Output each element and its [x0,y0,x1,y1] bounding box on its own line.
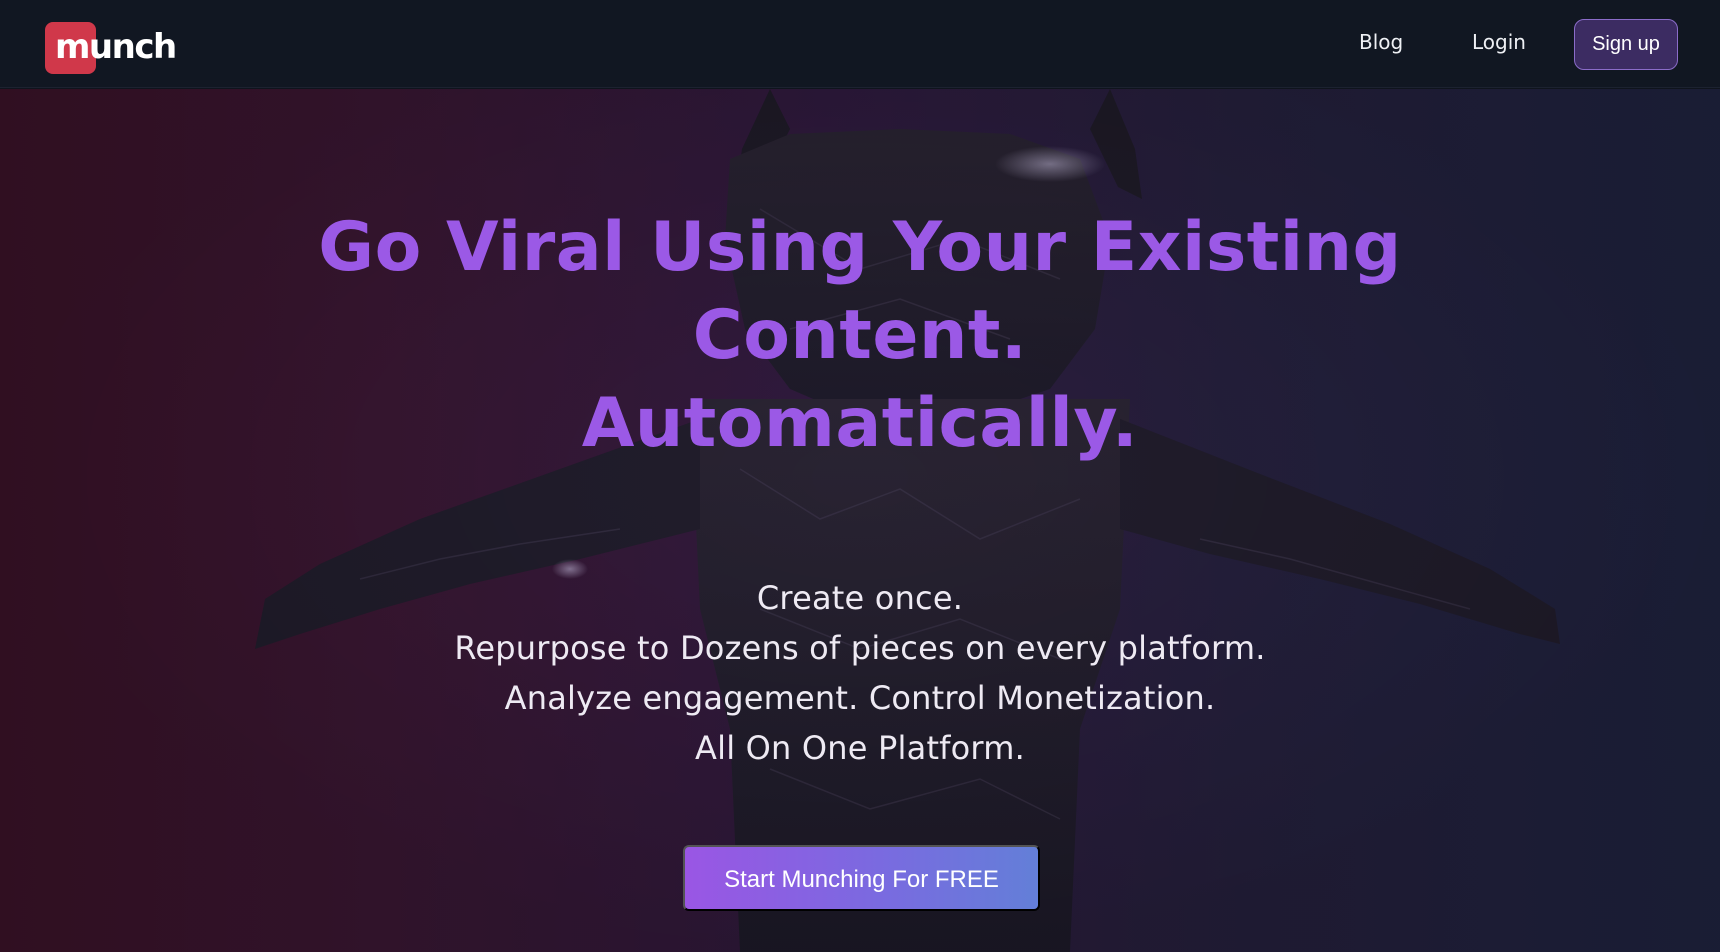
top-navbar: munch Blog Login Sign up [0,0,1720,88]
logo-text: munch [55,27,177,67]
start-munching-button[interactable]: Start Munching For FREE [683,845,1040,911]
headline-line-1: Go Viral Using Your Existing [318,208,1402,287]
hero-subcopy: Create once. Repurpose to Dozens of piec… [360,573,1360,773]
landing-page: munch Blog Login Sign up Go Viral Using … [0,0,1720,952]
subcopy-line-3: Analyze engagement. Control Monetization… [504,679,1216,717]
signup-button[interactable]: Sign up [1574,19,1678,70]
nav-login-link[interactable]: Login [1472,28,1526,56]
nav-blog-link[interactable]: Blog [1359,28,1403,56]
headline-line-2: Content. [692,296,1028,375]
hero-section: Go Viral Using Your Existing Content. Au… [0,89,1720,952]
headline-line-3: Automatically. [581,384,1139,463]
subcopy-line-2: Repurpose to Dozens of pieces on every p… [454,629,1266,667]
subcopy-line-1: Create once. [756,579,964,617]
munch-logo[interactable]: munch [45,22,177,74]
subcopy-line-4: All On One Platform. [695,729,1025,767]
hero-headline: Go Viral Using Your Existing Content. Au… [260,204,1460,468]
